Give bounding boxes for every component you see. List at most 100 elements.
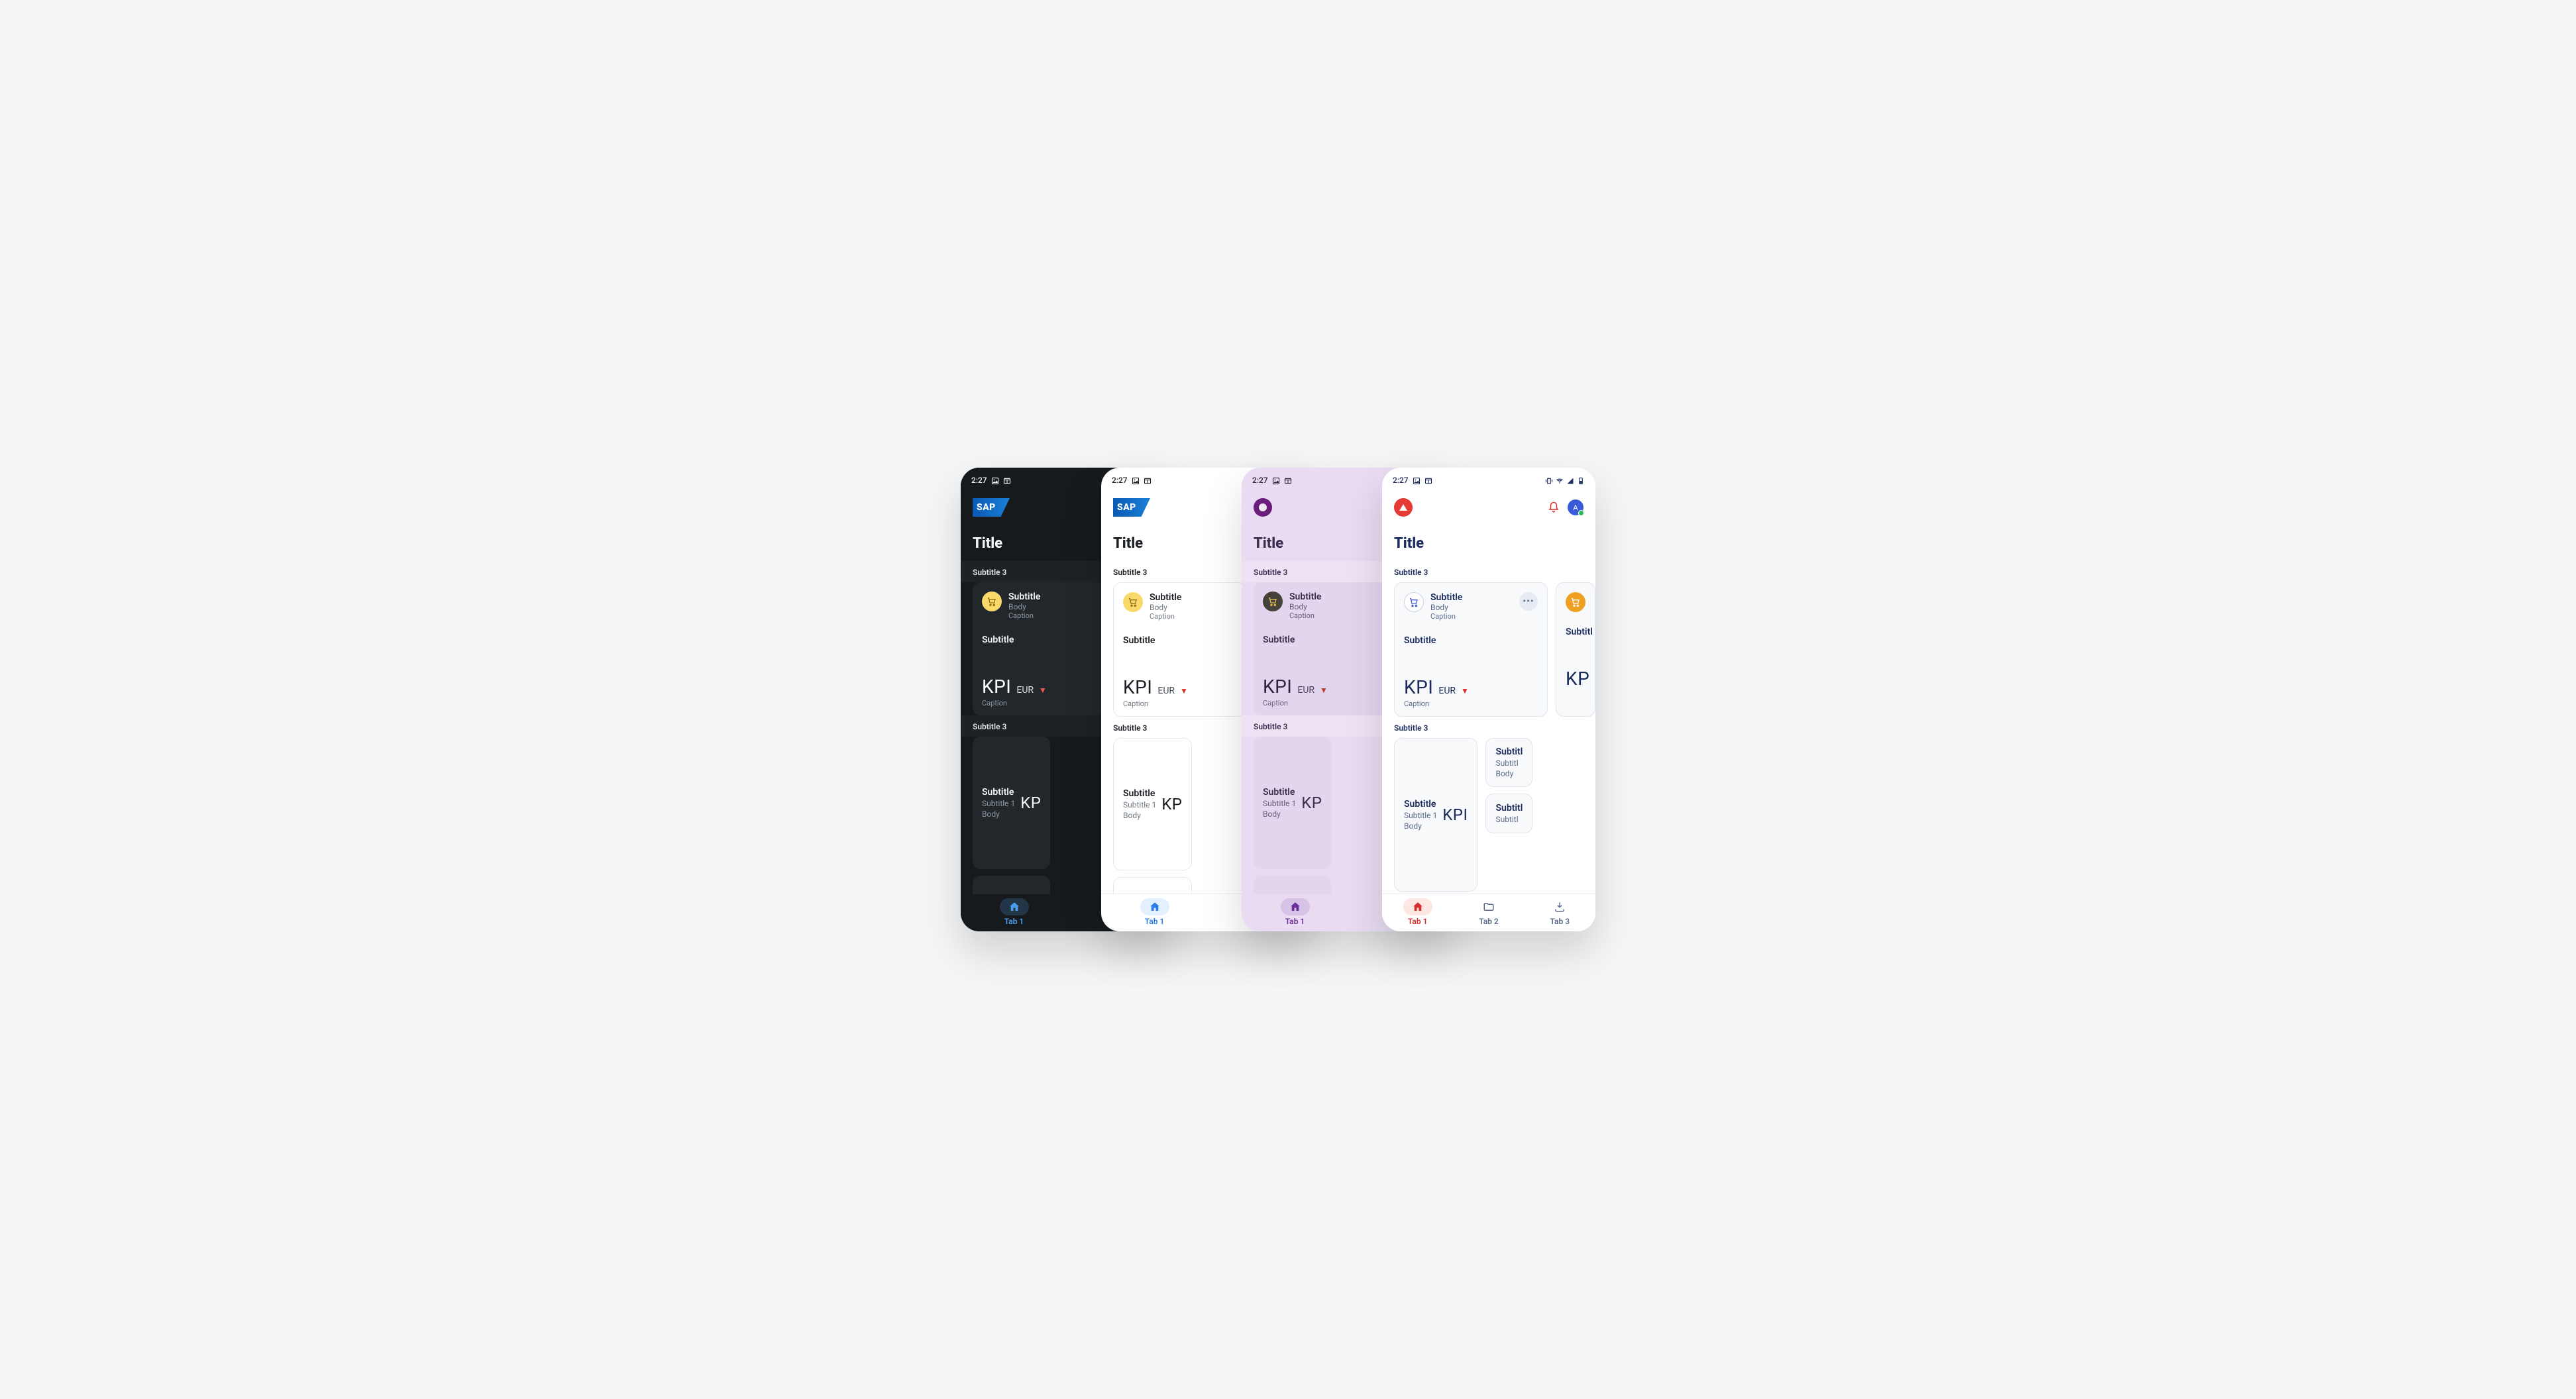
item-subtitle1: Subtitle 1 bbox=[982, 799, 1015, 808]
tab-2[interactable]: Tab 2 bbox=[1453, 898, 1524, 926]
list-item[interactable]: Subtitle Subtitle 1 Body KP bbox=[973, 876, 1050, 894]
bell-icon[interactable] bbox=[1548, 501, 1560, 513]
cart-icon bbox=[1263, 592, 1283, 611]
brand-logo-icon bbox=[1394, 498, 1413, 517]
cart-icon bbox=[1566, 592, 1585, 612]
tab-3[interactable]: Tab 3 bbox=[1525, 898, 1595, 926]
window-icon bbox=[1424, 477, 1432, 484]
card-subtitle: Subtitle bbox=[1150, 592, 1181, 603]
section-header: Subtitle 3 bbox=[1382, 561, 1595, 582]
nav-bar: Tab 1 Tab 2 Tab 3 bbox=[1382, 894, 1595, 931]
trend-down-icon: ▼ bbox=[1461, 686, 1469, 696]
cart-icon bbox=[1123, 592, 1143, 612]
item-subtitle1: Subtitle 1 bbox=[1404, 811, 1437, 820]
list-item[interactable]: Subtitle Subtitle 1 Body KP bbox=[1254, 737, 1331, 869]
header: A Title bbox=[1382, 490, 1595, 561]
cart-icon bbox=[1404, 592, 1424, 612]
card-caption: Caption bbox=[1008, 611, 1040, 620]
signal-icon bbox=[1566, 477, 1574, 484]
home-icon bbox=[1289, 901, 1301, 913]
tab-1[interactable]: Tab 1 bbox=[961, 898, 1067, 926]
card-caption: Caption bbox=[1289, 611, 1321, 620]
list-item-peek[interactable]: Subtitl Subtitl Body bbox=[1485, 738, 1532, 787]
card-subtitle2: Subtitl bbox=[1566, 627, 1595, 637]
item-body: Body bbox=[1404, 821, 1437, 831]
card-subtitle: Subtitle bbox=[1430, 592, 1462, 603]
tab-label: Tab 1 bbox=[1004, 917, 1024, 926]
list-item[interactable]: Subtitle Subtitle 1 Body KPI bbox=[1394, 738, 1477, 892]
kpi-currency: EUR bbox=[1157, 686, 1175, 696]
tab-label: Tab 3 bbox=[1550, 917, 1570, 926]
image-icon bbox=[1272, 477, 1280, 484]
kpi-caption: Caption bbox=[1263, 699, 1377, 707]
item-kpi: KP bbox=[1020, 794, 1041, 812]
home-icon bbox=[1008, 901, 1020, 913]
item-kpi: KP bbox=[1301, 794, 1322, 812]
page-title: Title bbox=[1394, 535, 1583, 552]
window-icon bbox=[1144, 477, 1152, 484]
folder-icon bbox=[1483, 901, 1495, 913]
item-body: Body bbox=[1123, 811, 1156, 820]
card-body: Body bbox=[1430, 603, 1462, 612]
list-item[interactable]: Subtitle Subtitle 1 Body KP bbox=[973, 737, 1050, 869]
status-time: 2:27 bbox=[971, 476, 987, 485]
item-kpi: KPI bbox=[1442, 805, 1468, 824]
kpi-value: KPI bbox=[982, 676, 1011, 698]
avatar[interactable]: A bbox=[1568, 499, 1583, 515]
kpi-card[interactable]: Subtitle Body Caption Subtitle KPI EUR ▼… bbox=[973, 582, 1105, 715]
more-button[interactable]: ••• bbox=[1519, 592, 1538, 611]
tab-label: Tab 1 bbox=[1408, 917, 1428, 926]
kpi-currency: EUR bbox=[1016, 685, 1034, 696]
trend-down-icon: ▼ bbox=[1320, 686, 1328, 695]
kpi-value: KPI bbox=[1404, 676, 1433, 698]
list-item[interactable]: Subtitle Subtitle 1 Body KP bbox=[1113, 738, 1192, 870]
kpi-caption: Caption bbox=[1404, 700, 1538, 708]
item-body: Body bbox=[982, 809, 1015, 819]
item-subtitle: Subtitle bbox=[1123, 788, 1156, 799]
card-body: Body bbox=[1289, 602, 1321, 611]
tab-1[interactable]: Tab 1 bbox=[1242, 898, 1348, 926]
window-icon bbox=[1003, 477, 1011, 484]
card-subtitle: Subtitle bbox=[1289, 592, 1321, 602]
status-bar: 2:27 bbox=[1382, 468, 1595, 490]
image-icon bbox=[1413, 477, 1421, 484]
kpi-card[interactable]: Subtitle Body Caption Subtitle KPI EUR ▼… bbox=[1113, 582, 1246, 717]
image-icon bbox=[991, 477, 999, 484]
status-time: 2:27 bbox=[1393, 476, 1409, 485]
kpi-card[interactable]: Subtitle Body Caption ••• Subtitle KPI E… bbox=[1394, 582, 1548, 717]
kpi-currency: EUR bbox=[1297, 685, 1315, 696]
item-subtitle1: Subtitl bbox=[1495, 815, 1523, 824]
tab-1[interactable]: Tab 1 bbox=[1382, 898, 1453, 926]
card-caption: Caption bbox=[1150, 612, 1181, 621]
tab-1[interactable]: Tab 1 bbox=[1101, 898, 1208, 926]
tab-label: Tab 1 bbox=[1145, 917, 1165, 926]
kpi-value: KPI bbox=[1123, 676, 1152, 698]
wifi-icon bbox=[1556, 477, 1564, 484]
card-body: Body bbox=[1150, 603, 1181, 612]
card-subtitle: Subtitle bbox=[1008, 592, 1040, 602]
kpi-card[interactable]: Subtitle Body Caption Subtitle KPI EUR ▼… bbox=[1254, 582, 1386, 715]
home-icon bbox=[1412, 901, 1424, 913]
list-item-peek[interactable]: Subtitl Subtitl bbox=[1485, 794, 1532, 833]
kpi-caption: Caption bbox=[982, 699, 1096, 707]
sap-logo: SAP bbox=[1113, 498, 1150, 517]
card-subtitle2: Subtitle bbox=[1263, 635, 1377, 645]
list-item[interactable]: Subtitle Subtitle 1 Body KP bbox=[1254, 876, 1331, 894]
item-kpi: KP bbox=[1161, 795, 1182, 813]
kpi-card-peek[interactable]: Subtitl KP bbox=[1556, 582, 1595, 717]
card-subtitle2: Subtitle bbox=[1404, 635, 1538, 646]
item-subtitle: Subtitl bbox=[1495, 747, 1523, 757]
phone-brand: 2:27 A Title Subtitle 3 bbox=[1382, 468, 1595, 931]
download-icon bbox=[1554, 901, 1566, 913]
status-time: 2:27 bbox=[1252, 476, 1268, 485]
sap-logo: SAP bbox=[973, 498, 1010, 517]
item-body: Body bbox=[1495, 769, 1523, 778]
status-time: 2:27 bbox=[1112, 476, 1128, 485]
battery-icon bbox=[1577, 477, 1585, 484]
kpi-caption: Caption bbox=[1123, 700, 1236, 708]
cart-icon bbox=[982, 592, 1002, 611]
item-subtitle: Subtitle bbox=[1404, 799, 1437, 809]
item-subtitle: Subtitle bbox=[1263, 787, 1296, 798]
list-item[interactable]: Subtitle Subtitle 1 Body KP bbox=[1113, 877, 1192, 894]
section-header: Subtitle 3 bbox=[1382, 717, 1595, 738]
